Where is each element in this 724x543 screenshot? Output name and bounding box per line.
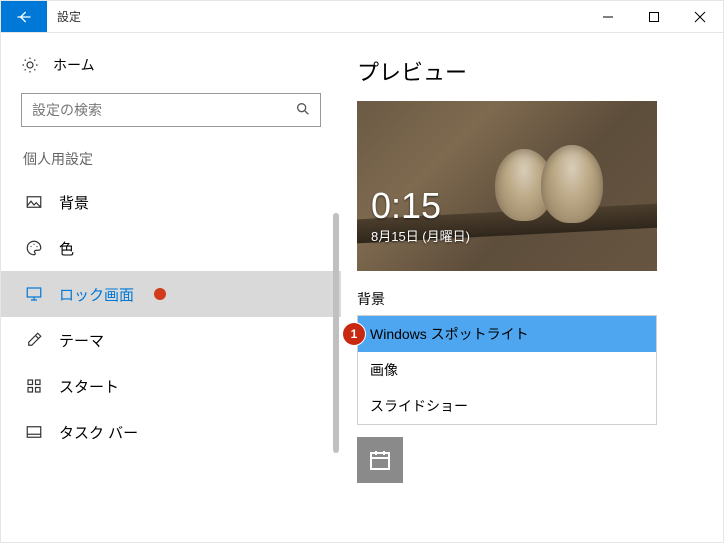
background-dropdown[interactable]: 1 Windows スポットライト 画像 スライドショー (357, 315, 657, 425)
brush-icon (25, 331, 43, 349)
dropdown-option-label: スライドショー (370, 396, 468, 416)
minimize-icon (602, 11, 614, 23)
lockscreen-preview: 0:15 8月15日 (月曜日) (357, 101, 657, 271)
status-app-tile[interactable] (357, 437, 403, 483)
sidebar-item-label: 背景 (59, 192, 89, 213)
annotation-marker: 1 (343, 323, 365, 345)
dropdown-option-slideshow[interactable]: スライドショー (358, 388, 656, 424)
arrow-left-icon (16, 9, 32, 25)
taskbar-icon (25, 423, 43, 441)
home-label: ホーム (53, 55, 95, 75)
settings-window: 設定 ホーム (0, 0, 724, 543)
dropdown-option-label: 画像 (370, 360, 398, 380)
sidebar-item-taskbar[interactable]: タスク バー (21, 409, 321, 455)
calendar-icon (368, 448, 392, 472)
picture-icon (25, 193, 43, 211)
sidebar: ホーム 個人用設定 背景 (1, 33, 341, 542)
search-box[interactable] (21, 93, 321, 127)
sidebar-item-colors[interactable]: 色 (21, 225, 321, 271)
search-icon (295, 101, 311, 117)
sidebar-scrollbar[interactable] (329, 213, 341, 513)
annotation-dot (154, 288, 166, 300)
sidebar-item-label: タスク バー (59, 422, 138, 443)
scrollbar-thumb[interactable] (333, 213, 339, 453)
monitor-icon (25, 285, 43, 303)
close-button[interactable] (677, 1, 723, 32)
grid-icon (25, 377, 43, 395)
sidebar-item-background[interactable]: 背景 (21, 179, 321, 225)
sidebar-item-lockscreen[interactable]: ロック画面 (1, 271, 341, 317)
sidebar-item-label: ロック画面 (59, 284, 134, 305)
nav-items: 背景 色 ロック画面 (21, 179, 321, 455)
sidebar-item-label: 色 (59, 238, 74, 259)
gear-icon (21, 56, 39, 74)
content: プレビュー 0:15 8月15日 (月曜日) 背景 1 Windows スポット… (341, 33, 723, 542)
preview-heading: プレビュー (357, 55, 699, 87)
section-label: 個人用設定 (21, 149, 321, 169)
dropdown-option-spotlight[interactable]: 1 Windows スポットライト (358, 316, 656, 352)
lockscreen-clock: 0:15 8月15日 (月曜日) (371, 188, 470, 245)
minimize-button[interactable] (585, 1, 631, 32)
sidebar-item-label: スタート (59, 376, 119, 397)
dropdown-option-label: Windows スポットライト (370, 324, 529, 344)
maximize-button[interactable] (631, 1, 677, 32)
sidebar-item-themes[interactable]: テーマ (21, 317, 321, 363)
back-button[interactable] (1, 1, 47, 32)
titlebar: 設定 (1, 1, 723, 33)
window-controls (585, 1, 723, 32)
close-icon (694, 11, 706, 23)
background-label: 背景 (357, 289, 699, 309)
window-title: 設定 (47, 1, 585, 32)
lockscreen-date: 8月15日 (月曜日) (371, 226, 470, 245)
preview-owls (495, 139, 615, 229)
palette-icon (25, 239, 43, 257)
sidebar-item-start[interactable]: スタート (21, 363, 321, 409)
search-input[interactable] (21, 93, 321, 127)
body: ホーム 個人用設定 背景 (1, 33, 723, 542)
sidebar-item-label: テーマ (59, 330, 104, 351)
maximize-icon (648, 11, 660, 23)
home-link[interactable]: ホーム (21, 55, 321, 75)
lockscreen-time: 0:15 (371, 188, 470, 224)
dropdown-option-picture[interactable]: 画像 (358, 352, 656, 388)
